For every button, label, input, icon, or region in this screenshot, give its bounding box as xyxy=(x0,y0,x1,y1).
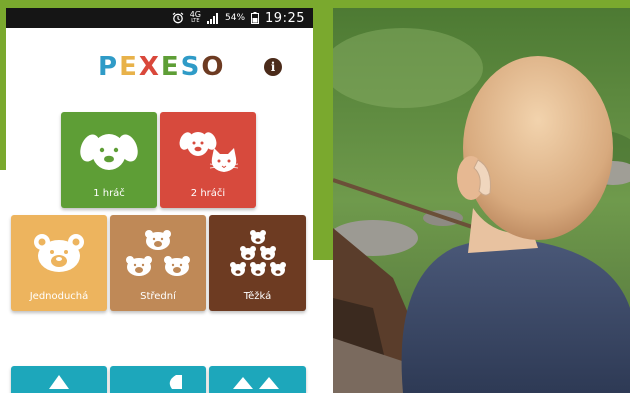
title-letter: S xyxy=(180,52,202,82)
center-green-divider xyxy=(313,0,333,260)
child-with-hearing-aid-photo xyxy=(333,8,630,393)
title-letter: X xyxy=(138,52,161,82)
theme-button-1[interactable] xyxy=(11,366,107,393)
bears-six-icon xyxy=(230,230,286,276)
bear-single-icon xyxy=(34,234,84,272)
difficulty-hard-label: Těžká xyxy=(243,291,272,302)
title-letter: E xyxy=(119,52,139,82)
signal-icon xyxy=(207,12,219,24)
screenshot-frame: 4G LTE 54% 19:25 PEXESO i 1 hráč 2 hráči… xyxy=(0,0,630,393)
theme-button-2[interactable] xyxy=(110,366,206,393)
mountains-icon xyxy=(233,377,279,389)
theme-button-3[interactable] xyxy=(209,366,306,393)
triangle-icon xyxy=(49,375,69,389)
alarm-icon xyxy=(172,12,184,24)
title-letter: E xyxy=(160,52,181,82)
network-subtype: LTE xyxy=(191,18,200,24)
one-player-button[interactable]: 1 hráč xyxy=(61,112,157,208)
photo-scene xyxy=(333,8,630,393)
difficulty-medium-label: Střední xyxy=(140,291,176,302)
clock: 19:25 xyxy=(265,10,305,26)
network-type: 4G xyxy=(189,10,202,19)
two-players-label: 2 hráči xyxy=(190,188,226,199)
info-button[interactable]: i xyxy=(264,58,282,76)
battery-percent: 54% xyxy=(225,13,246,23)
difficulty-easy-button[interactable]: Jednoduchá xyxy=(11,215,107,311)
difficulty-easy-label: Jednoduchá xyxy=(29,291,89,302)
info-icon: i xyxy=(270,60,276,74)
dog-and-cat-icon xyxy=(179,132,239,172)
status-bar: 4G LTE 54% 19:25 xyxy=(6,8,313,28)
moon-icon xyxy=(169,375,182,389)
difficulty-hard-button[interactable]: Těžká xyxy=(209,215,306,311)
difficulty-medium-button[interactable]: Střední xyxy=(110,215,206,311)
bears-three-icon xyxy=(126,230,190,276)
one-player-label: 1 hráč xyxy=(93,188,125,199)
dog-face-icon xyxy=(80,134,138,170)
battery-icon xyxy=(251,12,260,24)
phone-screen: 4G LTE 54% 19:25 PEXESO i 1 hráč 2 hráči… xyxy=(6,8,313,393)
title-letter: P xyxy=(98,52,120,82)
title-letter: O xyxy=(201,52,226,82)
two-players-button[interactable]: 2 hráči xyxy=(160,112,256,208)
app-title: PEXESO xyxy=(98,52,225,82)
